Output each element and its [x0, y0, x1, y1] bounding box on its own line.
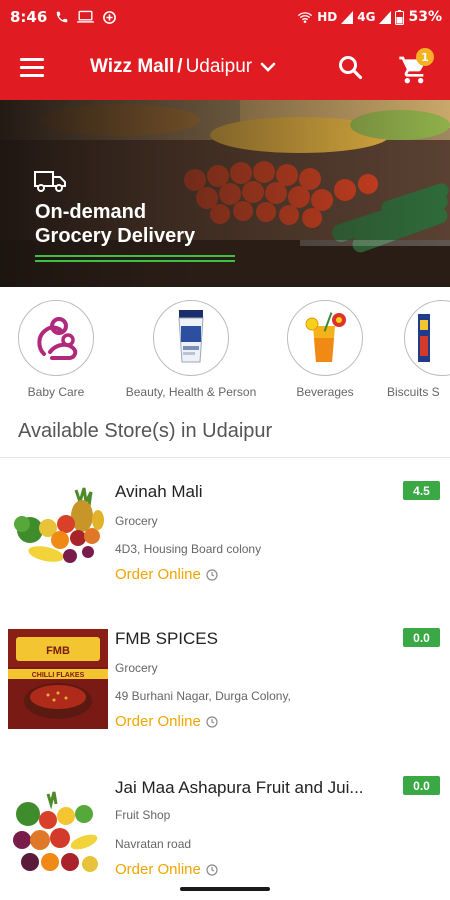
data-saver-icon [103, 10, 117, 24]
menu-icon-line [20, 57, 44, 61]
signal-icon [341, 10, 354, 24]
location-separator: / [177, 56, 183, 77]
status-notification-icons [55, 10, 117, 25]
store-image-chilli-flakes-pack: FMB CHILLI FLAKES [8, 629, 108, 729]
clock-icon [206, 715, 218, 728]
order-online-link[interactable]: Order Online [115, 861, 218, 878]
store-card[interactable]: FMB CHILLI FLAKES FMB SPICES Grocery 49 … [0, 617, 450, 757]
section-title: Available Store(s) in Udaipur [18, 420, 273, 442]
search-icon [339, 56, 363, 80]
order-online-label: Order Online [115, 861, 201, 878]
order-online-link[interactable]: Order Online [115, 566, 218, 583]
order-online-label: Order Online [115, 566, 201, 583]
category-image [18, 300, 94, 376]
store-category: Fruit Shop [115, 808, 171, 822]
store-address: 4D3, Housing Board colony [115, 542, 262, 556]
category-label: Biscuits S [387, 385, 440, 399]
category-carousel[interactable]: Baby Care Beauty, Health & Person Bevera… [0, 300, 450, 410]
phone-icon [57, 11, 68, 23]
status-system-icons: HD 4G 53% [297, 9, 442, 25]
store-name: FMB SPICES [115, 629, 218, 648]
signal-label: 4G [357, 10, 376, 24]
status-bar: 8:46 HD 4G 53% [0, 0, 450, 34]
mall-name: Wizz Mall [90, 56, 175, 77]
store-image-fruit-basket [8, 784, 108, 884]
store-card[interactable]: Avinah Mali Grocery 4D3, Housing Board c… [0, 470, 450, 610]
laptop-icon [77, 10, 95, 23]
cart-button[interactable]: 1 [398, 48, 438, 88]
clock-icon [206, 863, 218, 876]
banner-title: On-demand [35, 201, 147, 223]
rating-badge: 4.5 [403, 481, 440, 500]
battery-percent: 53% [408, 9, 442, 25]
rating-badge: 0.0 [403, 628, 440, 647]
svg-text:FMB: FMB [46, 645, 70, 657]
city-name: Udaipur [185, 56, 253, 77]
category-baby-care[interactable]: Baby Care [18, 300, 94, 399]
banner-underline [35, 255, 235, 262]
status-time: 8:46 [10, 8, 48, 26]
store-category: Grocery [115, 661, 158, 675]
baby-care-icon [37, 317, 78, 360]
category-image [153, 300, 229, 376]
menu-button[interactable] [20, 52, 52, 82]
beverage-glass-icon [305, 312, 346, 362]
category-label: Baby Care [27, 385, 85, 399]
biscuit-pack-icon [417, 314, 430, 362]
network-label: HD [317, 10, 338, 24]
order-online-label: Order Online [115, 713, 201, 730]
category-biscuits[interactable]: Biscuits S [385, 300, 450, 399]
category-label: Beverages [296, 385, 354, 399]
clock-icon [206, 568, 218, 581]
signal-icon-2 [379, 10, 392, 24]
store-category: Grocery [115, 514, 158, 528]
hotspot-icon [298, 12, 313, 23]
order-online-link[interactable]: Order Online [115, 713, 218, 730]
gesture-nav-handle[interactable] [180, 887, 270, 891]
promo-banner[interactable]: On-demand Grocery Delivery [0, 100, 450, 287]
category-image [287, 300, 363, 376]
battery-icon [395, 9, 405, 25]
store-address: Navratan road [115, 837, 192, 851]
app-bar: Wizz Mall / Udaipur 1 [0, 34, 450, 100]
store-image-fruits-vegetables [8, 480, 108, 580]
store-name: Avinah Mali [115, 482, 203, 501]
category-label: Beauty, Health & Person [125, 385, 257, 399]
banner-subtitle: Grocery Delivery [35, 225, 196, 247]
category-image [403, 300, 450, 376]
category-beverages[interactable]: Beverages [287, 300, 363, 399]
cart-count-badge: 1 [416, 48, 434, 66]
svg-text:CHILLI FLAKES: CHILLI FLAKES [32, 672, 85, 679]
menu-icon-line [20, 65, 44, 69]
menu-icon-line [20, 73, 44, 77]
store-address: 49 Burhani Nagar, Durga Colony, [115, 689, 291, 703]
search-button[interactable] [337, 54, 365, 82]
banner-text: On-demand Grocery Delivery [35, 200, 235, 265]
beauty-tube-icon [178, 310, 204, 363]
location-selector[interactable]: Wizz Mall / Udaipur [90, 52, 276, 82]
rating-badge: 0.0 [403, 776, 440, 795]
store-name: Jai Maa Ashapura Fruit and Jui... [115, 778, 364, 797]
category-beauty-health[interactable]: Beauty, Health & Person [116, 300, 266, 399]
chevron-down-icon [260, 62, 276, 72]
delivery-truck-icon [34, 171, 66, 192]
divider [0, 457, 450, 458]
